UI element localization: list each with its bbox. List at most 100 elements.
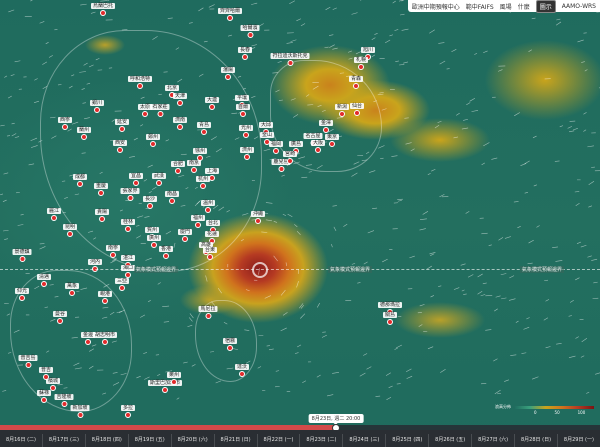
city-marker[interactable]: 合肥 (170, 161, 186, 174)
wind-streak (264, 295, 271, 299)
city-marker[interactable]: 延安 (114, 119, 130, 132)
city-marker[interactable]: 溫州 (200, 200, 216, 213)
city-marker[interactable]: 西寧 (57, 117, 73, 130)
typhoon-eye[interactable] (252, 262, 268, 278)
sub-label[interactable]: AAMO-WRS (562, 3, 596, 10)
timeline-day[interactable]: 8月20日 (六) (170, 434, 214, 447)
city-marker[interactable]: 武漢 (151, 173, 167, 186)
city-marker[interactable]: 貴陽 (94, 209, 110, 222)
city-marker[interactable]: 齊齊哈爾 (217, 8, 243, 21)
city-marker[interactable]: 金澤 (318, 120, 334, 133)
city-marker[interactable]: 南昌 (164, 191, 180, 204)
city-marker[interactable]: 長春 (237, 47, 253, 60)
city-marker[interactable]: 福岡 (268, 141, 284, 154)
wind-streak (451, 49, 457, 53)
city-marker[interactable]: 多拉 (120, 405, 136, 418)
timeline-day[interactable]: 8月25日 (四) (385, 434, 428, 447)
timeline-day[interactable]: 8月19日 (五) (127, 434, 171, 447)
city-marker[interactable]: 石家莊 (150, 104, 170, 117)
timeline-day[interactable]: 8月17日 (三) (41, 434, 85, 447)
city-marker[interactable]: 西安 (112, 140, 128, 153)
city-marker[interactable]: 青森 (348, 76, 364, 89)
city-marker[interactable]: 青島 (196, 122, 212, 135)
city-marker[interactable]: 麗江 (46, 208, 62, 221)
city-marker[interactable]: 宿霧 (222, 338, 238, 351)
city-marker[interactable]: 南寧 (105, 245, 121, 258)
city-marker[interactable]: 鄭州 (145, 134, 161, 147)
city-marker[interactable]: 峴港 (97, 291, 113, 304)
wind-streak (399, 0, 404, 2)
wind-streak (189, 313, 194, 319)
timeline-day[interactable]: 8月21日 (日) (213, 434, 257, 447)
timeline-day[interactable]: 8月26日 (五) (428, 434, 471, 447)
city-marker[interactable]: 清邁 (36, 274, 52, 287)
city-marker[interactable]: 烏蘭巴托 (90, 3, 116, 16)
city-marker[interactable]: 成都 (72, 174, 88, 187)
city-marker[interactable]: 蘇祿 (36, 390, 52, 403)
city-marker[interactable]: 宜昌 (128, 173, 144, 186)
city-marker[interactable]: 馬尼拉 (198, 306, 218, 319)
model-secondary[interactable]: 範中FAIFS (466, 2, 494, 11)
city-marker[interactable]: 普吉 (38, 367, 54, 380)
city-marker[interactable]: 大連 (204, 97, 220, 110)
city-marker[interactable]: 南京 (186, 160, 202, 173)
city-marker[interactable]: 濟南 (172, 117, 188, 130)
city-marker[interactable]: 新加坡 (70, 405, 90, 418)
timeline-day[interactable]: 8月28日 (日) (514, 434, 557, 447)
city-marker[interactable]: 新潟 (334, 104, 350, 117)
city-marker[interactable]: 張家界 (120, 188, 140, 201)
wind-map[interactable]: 烏蘭巴托 齊齊哈爾 哈爾濱 長春 瀋陽 符拉迪沃斯托克 旭川 札幌 呼和浩特 北京 天津 大連 平壤 首爾… (0, 0, 600, 447)
city-marker[interactable]: 沖繩 (250, 211, 266, 224)
city-marker[interactable]: 光州 (238, 125, 254, 138)
city-dot (118, 285, 125, 291)
city-marker[interactable]: 萊州 (166, 372, 182, 385)
city-marker[interactable]: 三亞 (114, 278, 130, 291)
city-marker[interactable]: 宮崎 (282, 151, 298, 164)
timeline-day[interactable]: 8月23日 (二) (299, 434, 342, 447)
city-marker[interactable]: 瀋陽 (220, 67, 236, 80)
city-marker[interactable]: 胡志明市 (92, 332, 118, 345)
city-marker[interactable]: 大阪 (310, 140, 326, 153)
city-marker[interactable]: 桂林 (120, 219, 136, 232)
timeline-day[interactable]: 8月22日 (一) (256, 434, 300, 447)
city-marker[interactable]: 台東 (202, 247, 218, 260)
city-marker[interactable]: 哈爾濱 (240, 25, 260, 38)
city-marker[interactable]: 普吉島 (18, 355, 38, 368)
city-marker[interactable]: 萬象 (64, 283, 80, 296)
city-marker[interactable]: 關島 (382, 312, 398, 325)
city-marker[interactable]: 東京 (324, 134, 340, 147)
city-marker[interactable]: 曼谷 (52, 311, 68, 324)
city-marker[interactable]: 重慶 (93, 183, 109, 196)
city-marker[interactable]: 河內 (87, 259, 103, 272)
city-marker[interactable]: 長沙 (142, 196, 158, 209)
extra-label[interactable]: 什麼 (518, 2, 530, 11)
city-marker[interactable]: 仙台 (349, 103, 365, 116)
city-marker[interactable]: 徐州 (192, 148, 208, 161)
timeline-day[interactable]: 8月29日 (一) (556, 434, 600, 447)
city-marker[interactable]: 銀川 (89, 100, 105, 113)
city-marker[interactable]: 達沃 (234, 364, 250, 377)
timeline-day[interactable]: 8月27日 (六) (471, 434, 514, 447)
city-marker[interactable]: 呼和浩特 (127, 76, 153, 89)
city-marker[interactable]: 昆明 (62, 224, 78, 237)
city-marker[interactable]: 福州 (190, 215, 206, 228)
wind-streak (471, 109, 479, 112)
city-marker[interactable]: 札幌 (353, 57, 369, 70)
city-marker[interactable]: 仰光 (14, 288, 30, 301)
city-marker[interactable]: 杭州 (195, 176, 211, 189)
timeline-day[interactable]: 8月18日 (四) (84, 434, 128, 447)
timeline-day[interactable]: 8月24日 (三) (342, 434, 385, 447)
city-marker[interactable]: 香港 (158, 246, 174, 259)
layer-label[interactable]: 風場 (500, 2, 512, 11)
city-marker[interactable]: 海口 (120, 265, 136, 278)
timeline-day[interactable]: 8月16日 (二) (0, 434, 42, 447)
city-marker[interactable]: 景德鎮 (12, 249, 32, 262)
city-marker[interactable]: 符拉迪沃斯托克 (270, 53, 310, 66)
model-label[interactable]: 歐洲中期預報中心 (412, 2, 460, 11)
city-marker[interactable]: 濟州 (239, 147, 255, 160)
layer-toggle-button[interactable]: 圖示 (535, 0, 556, 13)
city-marker[interactable]: 天津 (172, 93, 188, 106)
city-marker[interactable]: 廈門 (177, 229, 193, 242)
city-marker[interactable]: 蘭州 (76, 127, 92, 140)
city-marker[interactable]: 首爾 (235, 104, 251, 117)
